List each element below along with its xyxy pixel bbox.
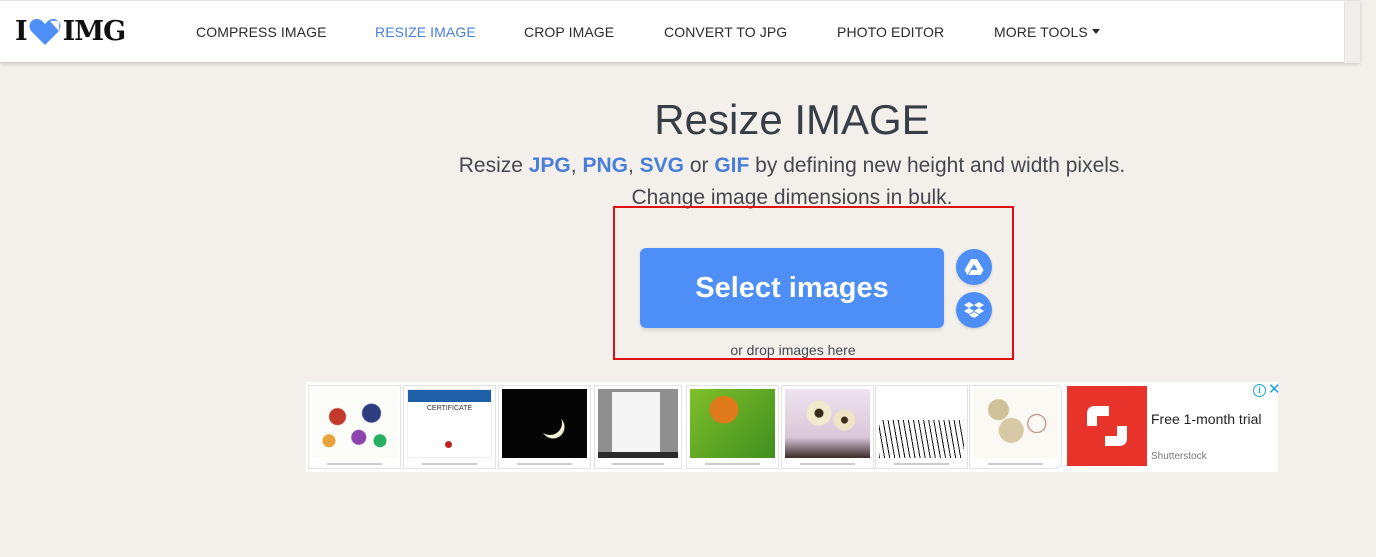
thumbnail-caption	[327, 463, 382, 465]
thumbnail-caption	[612, 463, 664, 465]
format-gif: GIF	[714, 154, 750, 177]
google-drive-icon	[964, 259, 984, 275]
thumbnail-caption	[988, 463, 1043, 465]
top-navbar: I IMG COMPRESS IMAGE RESIZE IMAGE CROP I…	[0, 0, 1360, 63]
ad-thumbnail[interactable]	[686, 385, 779, 469]
butterfly-image	[690, 389, 775, 458]
moon-shadow	[538, 410, 562, 435]
ad-thumbnail[interactable]: CERTIFICATE	[403, 385, 496, 469]
thumbnail-caption	[705, 463, 760, 465]
logo-text-right: IMG	[62, 16, 127, 47]
scrollbar[interactable]	[1344, 1, 1360, 63]
arabic-calligraphy-image	[312, 389, 397, 458]
ad-cta-text[interactable]: Free 1-month trial	[1151, 411, 1261, 427]
dropbox-icon	[964, 302, 984, 318]
nav-more-tools[interactable]: MORE TOOLS	[994, 24, 1100, 40]
subtitle-line-1: Resize JPG, PNG, SVG or GIF by defining …	[420, 150, 1164, 182]
nav-crop-image[interactable]: CROP IMAGE	[524, 24, 614, 40]
page-subtitle: Resize JPG, PNG, SVG or GIF by defining …	[420, 150, 1164, 214]
google-drive-button[interactable]	[956, 249, 992, 285]
ad-brand-name[interactable]: Shutterstock	[1151, 451, 1207, 462]
ad-thumbnail[interactable]	[308, 385, 401, 469]
drop-images-hint: or drop images here	[730, 342, 856, 358]
ad-thumbnail[interactable]	[594, 385, 682, 469]
format-jpg: JPG	[528, 154, 571, 177]
certificate-seal	[445, 440, 453, 448]
ad-info-icon[interactable]: i	[1253, 384, 1266, 397]
heart-page-icon	[29, 19, 61, 45]
resume-image	[598, 389, 678, 458]
subtitle-sep: or	[684, 154, 715, 177]
dropbox-button[interactable]	[956, 292, 992, 328]
nav-convert-to-jpg[interactable]: CONVERT TO JPG	[664, 24, 787, 40]
subtitle-suffix: by defining new height and width pixels.	[749, 154, 1126, 177]
nav-more-tools-label: MORE TOOLS	[994, 24, 1088, 40]
ad-thumbnail[interactable]	[969, 385, 1062, 469]
logo-text-left: I	[15, 16, 28, 47]
thumbnail-caption	[517, 463, 572, 465]
page-title: Resize IMAGE	[654, 96, 930, 143]
grass-silhouette-image	[879, 389, 964, 458]
ad-close-icon[interactable]: ✕	[1268, 381, 1281, 399]
ilovemg-logo[interactable]: I IMG	[15, 16, 127, 47]
ad-thumbnail[interactable]	[781, 385, 874, 469]
nav-resize-image[interactable]: RESIZE IMAGE	[375, 24, 476, 40]
daisies-image	[785, 389, 870, 458]
certificate-heading: CERTIFICATE	[426, 404, 473, 412]
resume-footer	[598, 452, 678, 458]
shutterstock-logo[interactable]	[1067, 386, 1147, 466]
ad-thumbnail[interactable]	[498, 385, 591, 469]
caret-down-icon	[1091, 28, 1100, 34]
crescent-moon-image	[502, 389, 587, 458]
floral-swirl-image	[973, 389, 1058, 458]
thumbnail-caption	[800, 463, 855, 465]
format-png: PNG	[582, 154, 628, 177]
subtitle-sep: ,	[570, 154, 583, 177]
nav-photo-editor[interactable]: PHOTO EDITOR	[837, 24, 944, 40]
thumbnail-caption	[894, 463, 949, 465]
shutterstock-logo-icon	[1087, 406, 1127, 446]
subtitle-prefix: Resize	[458, 154, 529, 177]
select-images-button[interactable]: Select images	[640, 248, 944, 328]
format-svg: SVG	[639, 154, 684, 177]
nav-compress-image[interactable]: COMPRESS IMAGE	[196, 24, 327, 40]
thumbnail-caption	[422, 463, 477, 465]
subtitle-sep: ,	[627, 154, 640, 177]
ad-banner[interactable]: CERTIFICATE Free 1-month trial Shutterst…	[306, 381, 1281, 472]
ad-thumbnail[interactable]	[875, 385, 968, 469]
certificate-image: CERTIFICATE	[407, 389, 492, 458]
resume-paper	[612, 391, 661, 453]
